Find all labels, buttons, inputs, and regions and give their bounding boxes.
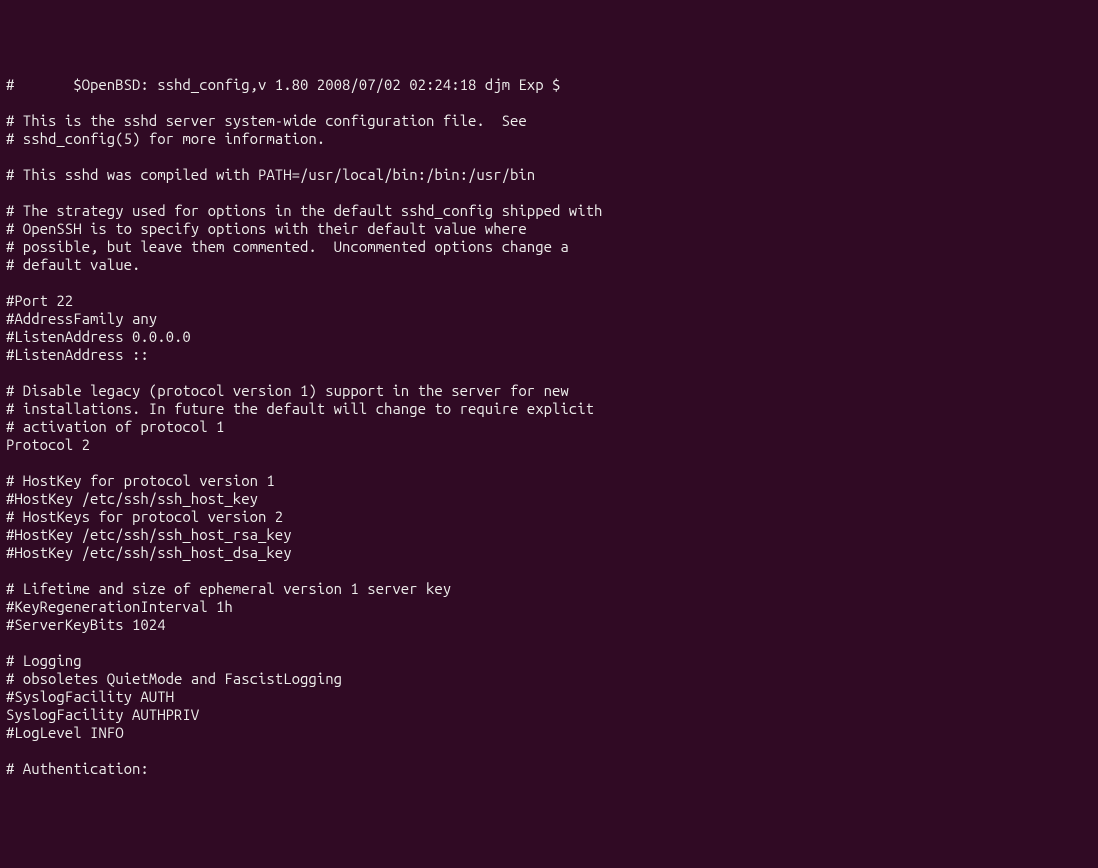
config-line: #LogLevel INFO	[6, 724, 1092, 742]
config-line	[6, 562, 1092, 580]
config-line: #Port 22	[6, 292, 1092, 310]
config-line	[6, 94, 1092, 112]
config-line: # obsoletes QuietMode and FascistLogging	[6, 670, 1092, 688]
config-line: # HostKey for protocol version 1	[6, 472, 1092, 490]
config-line: #ListenAddress ::	[6, 346, 1092, 364]
config-line	[6, 274, 1092, 292]
config-line	[6, 454, 1092, 472]
terminal-content[interactable]: # $OpenBSD: sshd_config,v 1.80 2008/07/0…	[6, 76, 1092, 778]
config-line: # default value.	[6, 256, 1092, 274]
config-line	[6, 148, 1092, 166]
config-line: #AddressFamily any	[6, 310, 1092, 328]
config-line: # Lifetime and size of ephemeral version…	[6, 580, 1092, 598]
config-line: # This is the sshd server system-wide co…	[6, 112, 1092, 130]
config-line: # Disable legacy (protocol version 1) su…	[6, 382, 1092, 400]
config-line: # possible, but leave them commented. Un…	[6, 238, 1092, 256]
config-line: # OpenSSH is to specify options with the…	[6, 220, 1092, 238]
config-line: #KeyRegenerationInterval 1h	[6, 598, 1092, 616]
config-line: #ListenAddress 0.0.0.0	[6, 328, 1092, 346]
config-line: # The strategy used for options in the d…	[6, 202, 1092, 220]
config-line	[6, 364, 1092, 382]
config-line: #SyslogFacility AUTH	[6, 688, 1092, 706]
config-line: #HostKey /etc/ssh/ssh_host_rsa_key	[6, 526, 1092, 544]
config-line: # installations. In future the default w…	[6, 400, 1092, 418]
config-line: #ServerKeyBits 1024	[6, 616, 1092, 634]
config-line: # sshd_config(5) for more information.	[6, 130, 1092, 148]
config-line	[6, 184, 1092, 202]
config-line: # Authentication:	[6, 760, 1092, 778]
config-line: # HostKeys for protocol version 2	[6, 508, 1092, 526]
config-line: SyslogFacility AUTHPRIV	[6, 706, 1092, 724]
config-line: #HostKey /etc/ssh/ssh_host_key	[6, 490, 1092, 508]
config-line	[6, 634, 1092, 652]
config-line: #HostKey /etc/ssh/ssh_host_dsa_key	[6, 544, 1092, 562]
config-line: # activation of protocol 1	[6, 418, 1092, 436]
config-line	[6, 742, 1092, 760]
config-line: # This sshd was compiled with PATH=/usr/…	[6, 166, 1092, 184]
config-line: # $OpenBSD: sshd_config,v 1.80 2008/07/0…	[6, 76, 1092, 94]
config-line: # Logging	[6, 652, 1092, 670]
config-line: Protocol 2	[6, 436, 1092, 454]
